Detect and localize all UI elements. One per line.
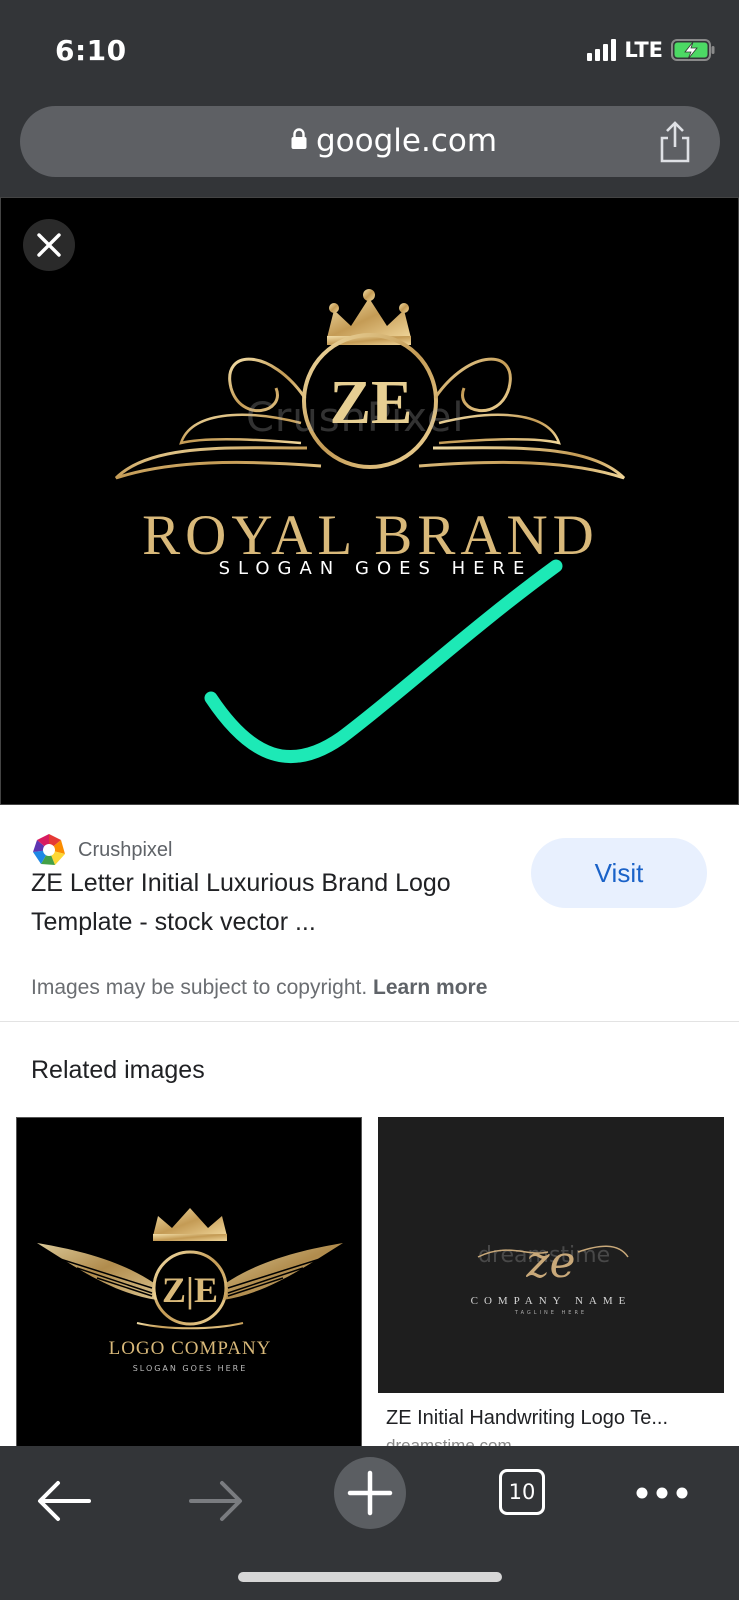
back-arrow-icon[interactable] (24, 1466, 104, 1536)
related-2-tagline: TAGLINE HERE (514, 1310, 588, 1316)
status-bar: 6:10 LTE (0, 0, 739, 100)
visit-button[interactable]: Visit (531, 838, 707, 908)
forward-arrow-icon[interactable] (176, 1466, 256, 1536)
share-icon[interactable] (656, 120, 694, 164)
related-1-company: LOGO COMPANY (108, 1338, 272, 1359)
image-preview[interactable]: CrushPixel ZE ROYAL BRAND SLOGAN GOES HE… (0, 197, 739, 805)
status-time: 6:10 (55, 34, 127, 67)
more-dots-icon[interactable] (632, 1478, 692, 1508)
related-2-company: COMPANY NAME (470, 1295, 632, 1307)
signal-icon (587, 39, 617, 61)
related-images-heading: Related images (31, 1056, 205, 1084)
home-indicator[interactable] (238, 1572, 502, 1582)
browser-address-bar: google.com (0, 100, 739, 197)
source-name: Crushpixel (78, 838, 173, 861)
network-type: LTE (624, 38, 663, 62)
related-image-2[interactable]: dreamstime ze COMPANY NAME TAGLINE HERE (378, 1117, 724, 1393)
logo-initials: ZE (329, 369, 413, 437)
related-1-initials: Z|E (162, 1270, 218, 1310)
logo-slogan: SLOGAN GOES HERE (218, 558, 533, 579)
learn-more-link[interactable]: Learn more (373, 976, 487, 999)
battery-charging-icon (671, 39, 715, 61)
copyright-text: Images may be subject to copyright. (31, 976, 368, 999)
tab-switcher-button[interactable]: 10 (499, 1469, 545, 1515)
new-tab-button[interactable] (334, 1457, 406, 1529)
url-text: google.com (316, 123, 498, 159)
crushpixel-logo-icon (33, 834, 65, 865)
copyright-notice: Images may be subject to copyright. Lear… (31, 976, 487, 1000)
royal-brand-logo-graphic (114, 289, 626, 764)
related-2-caption[interactable]: ZE Initial Handwriting Logo Te... (386, 1407, 716, 1430)
plus-icon (347, 1470, 393, 1516)
close-preview-button[interactable] (23, 219, 75, 271)
url-field[interactable]: google.com (20, 106, 720, 177)
result-title-link[interactable]: ZE Letter Initial Luxurious Brand Logo T… (31, 864, 471, 942)
status-indicators: LTE (587, 38, 715, 62)
source-row[interactable]: Crushpixel (31, 832, 172, 868)
close-icon (37, 233, 61, 257)
lock-icon (291, 128, 307, 149)
related-2-script: ze (526, 1237, 576, 1288)
divider (0, 1021, 739, 1022)
related-image-1[interactable]: Z|E LOGO COMPANY SLOGAN GOES HERE (16, 1117, 362, 1457)
related-1-slogan: SLOGAN GOES HERE (132, 1364, 248, 1373)
